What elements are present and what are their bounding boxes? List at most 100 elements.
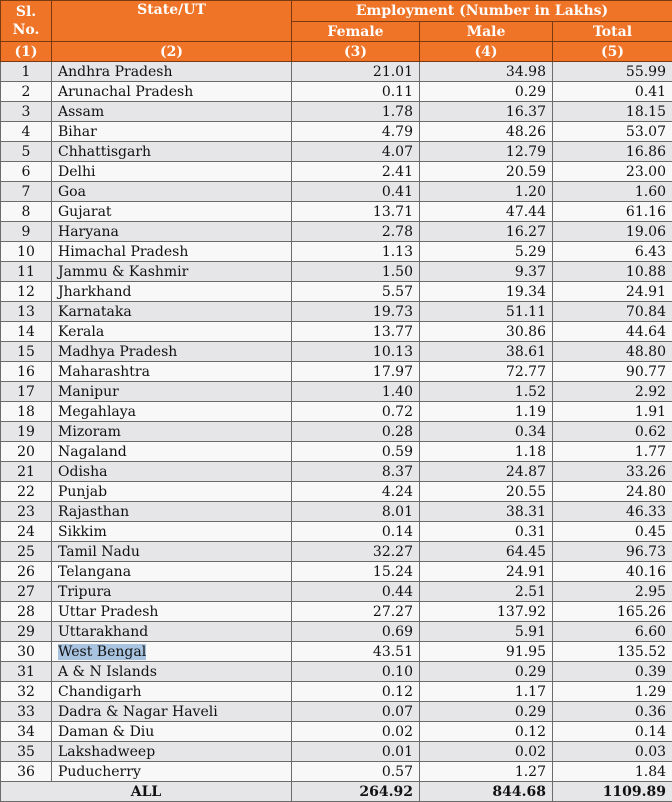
row-state-name: Sikkim	[52, 522, 292, 542]
row-female: 0.57	[292, 762, 420, 782]
row-female: 2.78	[292, 222, 420, 242]
table-row: 36Puducherry0.571.271.84	[1, 762, 672, 782]
row-sl-no: 25	[1, 542, 52, 562]
row-state-name: Goa	[52, 182, 292, 202]
row-male: 30.86	[420, 322, 553, 342]
row-sl-no: 16	[1, 362, 52, 382]
row-female: 13.71	[292, 202, 420, 222]
row-state-name: Assam	[52, 102, 292, 122]
row-total: 6.43	[553, 242, 672, 262]
selected-text[interactable]: West Bengal	[58, 644, 146, 660]
header-female: Female	[292, 22, 420, 42]
row-male: 0.29	[420, 662, 553, 682]
header-total: Total	[553, 22, 672, 42]
table-row: 2Arunachal Pradesh0.110.290.41	[1, 82, 672, 102]
row-state-name: Puducherry	[52, 762, 292, 782]
row-state-name: Megahlaya	[52, 402, 292, 422]
row-total: 0.14	[553, 722, 672, 742]
row-female: 0.02	[292, 722, 420, 742]
row-state-name: Himachal Pradesh	[52, 242, 292, 262]
row-state-name: Andhra Pradesh	[52, 62, 292, 82]
row-sl-no: 3	[1, 102, 52, 122]
row-sl-no: 20	[1, 442, 52, 462]
table-row: 18Megahlaya0.721.191.91	[1, 402, 672, 422]
table-row: 13Karnataka19.7351.1170.84	[1, 302, 672, 322]
table-row: 8Gujarat13.7147.4461.16	[1, 202, 672, 222]
row-sl-no: 29	[1, 622, 52, 642]
row-state-name: Chandigarh	[52, 682, 292, 702]
row-sl-no: 1	[1, 62, 52, 82]
row-state-name: Daman & Diu	[52, 722, 292, 742]
row-state-name: Dadra & Nagar Haveli	[52, 702, 292, 722]
row-male: 1.19	[420, 402, 553, 422]
row-total: 40.16	[553, 562, 672, 582]
table-footer: ALL 264.92 844.68 1109.89	[1, 782, 672, 802]
row-female: 4.79	[292, 122, 420, 142]
row-sl-no: 28	[1, 602, 52, 622]
row-sl-no: 27	[1, 582, 52, 602]
row-female: 8.01	[292, 502, 420, 522]
row-male: 0.29	[420, 82, 553, 102]
row-state-name: Jharkhand	[52, 282, 292, 302]
header-sl-no: Sl. No.	[1, 1, 52, 42]
table-row: 5Chhattisgarh4.0712.7916.86	[1, 142, 672, 162]
table-row: 34Daman & Diu0.020.120.14	[1, 722, 672, 742]
row-state-name: Arunachal Pradesh	[52, 82, 292, 102]
row-female: 0.59	[292, 442, 420, 462]
row-male: 9.37	[420, 262, 553, 282]
row-male: 1.17	[420, 682, 553, 702]
row-female: 43.51	[292, 642, 420, 662]
row-male: 64.45	[420, 542, 553, 562]
row-sl-no: 24	[1, 522, 52, 542]
table-row: 27Tripura0.442.512.95	[1, 582, 672, 602]
row-male: 19.34	[420, 282, 553, 302]
row-female: 0.12	[292, 682, 420, 702]
table-row: 19Mizoram0.280.340.62	[1, 422, 672, 442]
row-total: 24.80	[553, 482, 672, 502]
row-state-name: Madhya Pradesh	[52, 342, 292, 362]
row-female: 1.13	[292, 242, 420, 262]
row-state-name: Gujarat	[52, 202, 292, 222]
row-state-name: Jammu & Kashmir	[52, 262, 292, 282]
header-index-3: (3)	[292, 42, 420, 62]
row-sl-no: 31	[1, 662, 52, 682]
row-male: 51.11	[420, 302, 553, 322]
row-male: 20.55	[420, 482, 553, 502]
table-row: 6Delhi2.4120.5923.00	[1, 162, 672, 182]
row-male: 24.91	[420, 562, 553, 582]
row-male: 16.27	[420, 222, 553, 242]
row-state-name: A & N Islands	[52, 662, 292, 682]
table-row: 26Telangana15.2424.9140.16	[1, 562, 672, 582]
row-total: 46.33	[553, 502, 672, 522]
row-male: 1.18	[420, 442, 553, 462]
row-total: 1.77	[553, 442, 672, 462]
row-female: 0.41	[292, 182, 420, 202]
table-row: 31A & N Islands0.100.290.39	[1, 662, 672, 682]
header-index-2: (2)	[52, 42, 292, 62]
table-row: 9Haryana2.7816.2719.06	[1, 222, 672, 242]
row-female: 21.01	[292, 62, 420, 82]
row-total: 0.41	[553, 82, 672, 102]
table-row: 12Jharkhand5.5719.3424.91	[1, 282, 672, 302]
row-sl-no: 30	[1, 642, 52, 662]
row-sl-no: 2	[1, 82, 52, 102]
row-total: 2.95	[553, 582, 672, 602]
row-total: 70.84	[553, 302, 672, 322]
row-male: 1.27	[420, 762, 553, 782]
table-row: 21Odisha8.3724.8733.26	[1, 462, 672, 482]
row-sl-no: 14	[1, 322, 52, 342]
table-row: 15Madhya Pradesh10.1338.6148.80	[1, 342, 672, 362]
table-row: 17Manipur1.401.522.92	[1, 382, 672, 402]
row-state-name: Lakshadweep	[52, 742, 292, 762]
row-female: 5.57	[292, 282, 420, 302]
row-sl-no: 9	[1, 222, 52, 242]
total-female: 264.92	[292, 782, 420, 802]
row-total: 1.91	[553, 402, 672, 422]
row-female: 19.73	[292, 302, 420, 322]
row-female: 0.72	[292, 402, 420, 422]
row-total: 44.64	[553, 322, 672, 342]
row-total: 10.88	[553, 262, 672, 282]
row-state-name: Uttar Pradesh	[52, 602, 292, 622]
row-total: 135.52	[553, 642, 672, 662]
row-female: 2.41	[292, 162, 420, 182]
